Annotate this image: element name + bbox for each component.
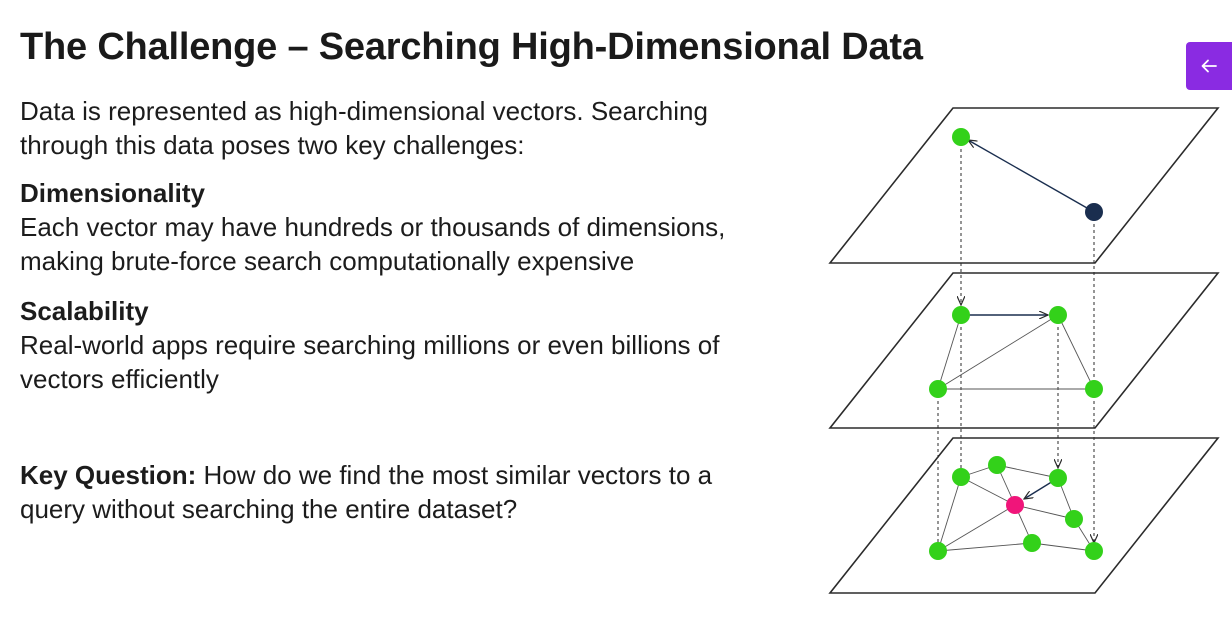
middle-node [952, 306, 970, 324]
bottom-node [1065, 510, 1083, 528]
dimensionality-heading: Dimensionality [20, 178, 205, 208]
top-layer-plane [828, 107, 1220, 264]
key-question-line-2: query without searching the entire datas… [20, 494, 518, 524]
key-question-label: Key Question: [20, 460, 197, 490]
intro-line-2: through this data poses two key challeng… [20, 130, 525, 160]
dimensionality-section: Dimensionality Each vector may have hund… [20, 176, 725, 278]
bottom-node [952, 468, 970, 486]
key-question-text: How do we find the most similar vectors … [196, 460, 713, 490]
intro-paragraph: Data is represented as high-dimensional … [20, 94, 708, 162]
middle-node [929, 380, 947, 398]
middle-layer-plane [828, 272, 1220, 429]
scalability-heading: Scalability [20, 296, 149, 326]
hnsw-layers-diagram [828, 107, 1220, 594]
arrow-left-icon [1201, 59, 1217, 73]
bottom-node [1023, 534, 1041, 552]
bottom-node [1085, 542, 1103, 560]
bottom-layer-plane [828, 437, 1220, 594]
scalability-line-1: Real-world apps require searching millio… [20, 330, 720, 360]
bottom-node [988, 456, 1006, 474]
middle-node [1049, 306, 1067, 324]
entry-point-node [1085, 203, 1103, 221]
dimensionality-line-1: Each vector may have hundreds or thousan… [20, 212, 726, 242]
key-question-section: Key Question: How do we find the most si… [20, 458, 712, 526]
intro-line-1: Data is represented as high-dimensional … [20, 96, 708, 126]
middle-node [1085, 380, 1103, 398]
slide-title: The Challenge – Searching High-Dimension… [20, 26, 923, 68]
back-button[interactable] [1186, 42, 1232, 90]
scalability-section: Scalability Real-world apps require sear… [20, 294, 719, 396]
key-question-line-1: Key Question: How do we find the most si… [20, 458, 712, 492]
dimensionality-line-2: making brute-force search computationall… [20, 246, 635, 276]
bottom-node [1049, 469, 1067, 487]
top-node [952, 128, 970, 146]
scalability-line-2: vectors efficiently [20, 364, 219, 394]
bottom-node [929, 542, 947, 560]
query-node [1006, 496, 1024, 514]
